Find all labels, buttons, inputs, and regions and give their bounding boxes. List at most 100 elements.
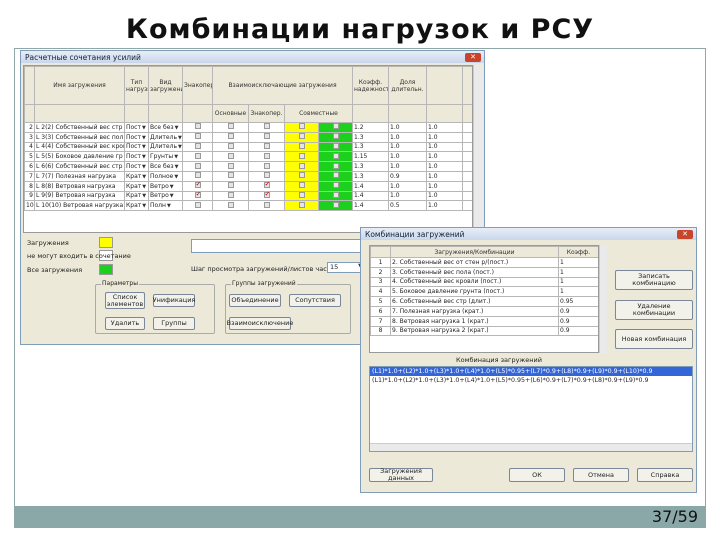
checkbox[interactable] <box>332 192 339 198</box>
kind-dropdown[interactable]: Ветро▼ <box>148 190 183 202</box>
checkbox[interactable] <box>298 123 305 130</box>
checkbox[interactable] <box>227 133 234 140</box>
mutual-exclusion-button[interactable]: Взаимоисключение <box>227 317 293 330</box>
checkbox[interactable] <box>298 162 305 169</box>
help-button[interactable]: Справка <box>637 468 693 482</box>
combo-coef[interactable]: 1 <box>558 276 598 288</box>
checkbox[interactable] <box>263 162 270 169</box>
kind-dropdown[interactable]: Длитель▼ <box>148 131 183 143</box>
extra-cell[interactable]: 1.0 <box>426 141 463 153</box>
load-row[interactable]: 4L 4(4) Собственный вес кров Пост▼ Длитель… <box>24 141 472 153</box>
checkbox[interactable] <box>263 192 270 198</box>
load-row[interactable]: 3L 3(3) Собственный вес пол Пост▼ Длитель▼… <box>24 131 472 143</box>
checkbox[interactable] <box>194 162 201 169</box>
checkbox[interactable] <box>263 201 270 208</box>
load-row[interactable]: 10 L 10(10) Ветровая нагрузка Крат▼ Полн▼ 1.… <box>24 200 472 212</box>
checkbox[interactable] <box>194 201 201 208</box>
type-dropdown[interactable]: Крат▼ <box>124 170 149 182</box>
checkbox[interactable] <box>227 182 234 189</box>
new-combination-button[interactable]: Новая комбинация <box>615 329 693 349</box>
checkbox[interactable] <box>263 182 270 189</box>
extra-cell[interactable]: 1.0 <box>426 190 463 202</box>
checkbox[interactable] <box>194 172 201 179</box>
coef-cell[interactable]: 1.3 <box>352 161 389 172</box>
element-list-button[interactable]: Список элементов <box>105 292 145 309</box>
coef-cell[interactable]: 1.2 <box>352 122 389 133</box>
checkbox[interactable] <box>298 182 305 189</box>
checkbox[interactable] <box>194 182 201 189</box>
coef-cell[interactable]: 1.4 <box>352 200 389 212</box>
checkbox[interactable] <box>263 152 270 159</box>
checkbox[interactable] <box>298 201 305 208</box>
type-dropdown[interactable]: Крат▼ <box>124 180 149 192</box>
extra-cell[interactable]: 1.0 <box>426 180 463 192</box>
checkbox[interactable] <box>263 143 270 149</box>
checkbox[interactable] <box>263 123 270 130</box>
checkbox[interactable] <box>227 152 234 159</box>
share-cell[interactable]: 1.0 <box>388 131 427 143</box>
share-cell[interactable]: 0.9 <box>388 170 427 182</box>
checkbox[interactable] <box>227 143 234 149</box>
checkbox[interactable] <box>298 152 305 159</box>
merge-button[interactable]: Объединение <box>229 294 281 307</box>
combo-row[interactable]: 6 7. Полезная нагрузка (крат.) 0.9 <box>370 305 598 317</box>
window2-titlebar[interactable]: Комбинации загружений <box>361 228 696 240</box>
extra-cell[interactable]: 1.0 <box>426 122 463 133</box>
type-dropdown[interactable]: Пост▼ <box>124 122 149 133</box>
combo-row[interactable]: 8 9. Ветровая нагрузка 2 (крат.) 0.9 <box>370 325 598 337</box>
load-row[interactable]: 2L 2(2) Собственный вес стр Пост▼ Все без▼… <box>24 122 472 133</box>
kind-dropdown[interactable]: Все без▼ <box>148 161 183 172</box>
extra-cell[interactable]: 1.0 <box>426 151 463 163</box>
ok-button[interactable]: ОК <box>509 468 565 482</box>
share-cell[interactable]: 0.5 <box>388 200 427 212</box>
combo-coef[interactable]: 0.9 <box>558 315 598 327</box>
checkbox[interactable] <box>227 172 234 179</box>
combo-row[interactable]: 1 2. Собственный вес от стен р/(пост.) 1 <box>370 257 598 268</box>
coef-cell[interactable]: 1.3 <box>352 141 389 153</box>
checkbox[interactable] <box>298 133 305 140</box>
type-dropdown[interactable]: Пост▼ <box>124 151 149 163</box>
coef-cell[interactable]: 1.4 <box>352 180 389 192</box>
kind-dropdown[interactable]: Ветро▼ <box>148 180 183 192</box>
extra-cell[interactable]: 1.0 <box>426 161 463 172</box>
combo-row[interactable]: 3 4. Собственный вес кровли (пост.) 1 <box>370 276 598 288</box>
checkbox[interactable] <box>332 172 339 179</box>
accompany-button[interactable]: Сопутствия <box>289 294 341 307</box>
share-cell[interactable]: 1.0 <box>388 161 427 172</box>
checkbox[interactable] <box>332 162 339 169</box>
checkbox[interactable] <box>332 201 339 208</box>
checkbox[interactable] <box>332 123 339 130</box>
checkbox[interactable] <box>332 182 339 189</box>
coef-cell[interactable]: 1.15 <box>352 151 389 163</box>
combo-coef[interactable]: 0.9 <box>558 325 598 337</box>
checkbox[interactable] <box>194 192 201 198</box>
checkbox[interactable] <box>298 143 305 149</box>
combo-row[interactable]: 4 5. Боковое давление грунта (пост.) 1 <box>370 286 598 298</box>
coef-cell[interactable]: 1.3 <box>352 131 389 143</box>
load-row[interactable]: 5L 5(5) Боковое давление гр Пост▼ Грунты▼ 1… <box>24 151 472 163</box>
cancel-button[interactable]: Отмена <box>573 468 629 482</box>
type-dropdown[interactable]: Пост▼ <box>124 141 149 153</box>
checkbox[interactable] <box>298 192 305 198</box>
share-cell[interactable]: 1.0 <box>388 180 427 192</box>
vertical-scrollbar[interactable] <box>473 65 483 233</box>
combo-coef[interactable]: 0.95 <box>558 296 598 307</box>
coef-cell[interactable]: 1.3 <box>352 170 389 182</box>
checkbox[interactable] <box>227 162 234 169</box>
load-row[interactable]: 8L 8(8) Ветровая нагрузкаКрат▼Ветро▼1.41… <box>24 180 472 192</box>
type-dropdown[interactable]: Пост▼ <box>124 161 149 172</box>
checkbox[interactable] <box>194 143 201 149</box>
share-cell[interactable]: 1.0 <box>388 141 427 153</box>
delete-button[interactable]: Удалить <box>105 317 145 330</box>
load-row[interactable]: 7L 7(7) Полезная нагрузка Крат▼ Полное▼ 1.3… <box>24 170 472 182</box>
load-row[interactable]: 6L 6(6) Собственный вес стр Пост▼ Все без▼… <box>24 161 472 172</box>
combo-coef[interactable]: 1 <box>558 266 598 278</box>
delete-combination-button[interactable]: Удаление комбинации <box>615 300 693 320</box>
checkbox[interactable] <box>194 123 201 130</box>
unification-button[interactable]: Унификация <box>153 294 195 307</box>
checkbox[interactable] <box>332 133 339 140</box>
kind-dropdown[interactable]: Длитель▼ <box>148 141 183 153</box>
combo-coef[interactable]: 0.9 <box>558 305 598 317</box>
checkbox[interactable] <box>227 123 234 130</box>
extra-cell[interactable]: 1.0 <box>426 200 463 212</box>
